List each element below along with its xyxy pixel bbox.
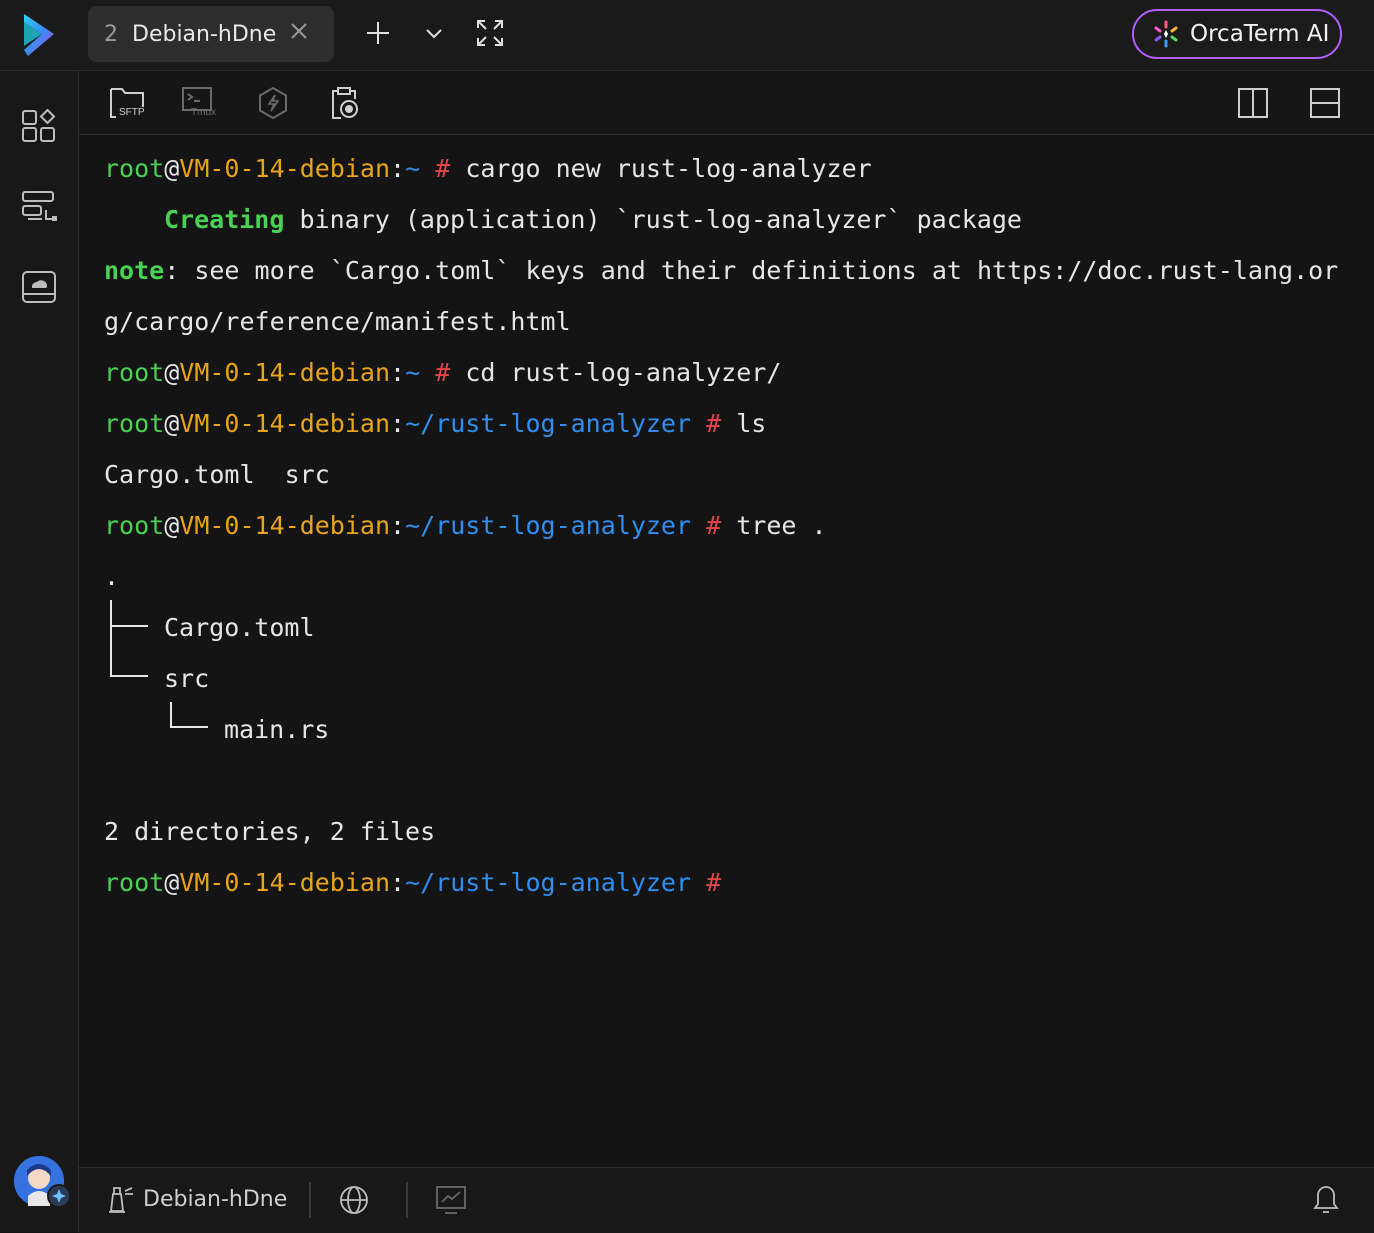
- close-icon[interactable]: [288, 20, 310, 42]
- globe-icon[interactable]: [339, 1185, 369, 1215]
- apps-grid-icon[interactable]: [20, 107, 58, 145]
- split-vertical-icon[interactable]: [1235, 85, 1271, 121]
- tab-title: Debian-hDne: [132, 21, 277, 47]
- tmux-label: Tmux: [191, 107, 216, 118]
- tmux-button[interactable]: Tmux: [181, 85, 217, 121]
- fullscreen-button[interactable]: [473, 16, 507, 50]
- chevron-down-icon: [426, 29, 442, 39]
- new-tab-button[interactable]: [361, 16, 395, 50]
- tab-index: 2: [104, 21, 118, 47]
- sftp-label: SFTP: [119, 107, 145, 118]
- cloud-drive-icon[interactable]: [20, 268, 58, 306]
- user-avatar[interactable]: [14, 1156, 71, 1208]
- app-logo-icon[interactable]: [20, 12, 58, 58]
- terminal-output[interactable]: root@VM-0-14-debian:~ # cargo new rust-l…: [104, 143, 1354, 955]
- hexagon-bolt-icon[interactable]: [255, 85, 291, 121]
- terminal-line: root@VM-0-14-debian:~/rust-log-analyzer …: [104, 868, 722, 897]
- lighthouse-icon: [109, 1187, 133, 1213]
- terminal-line: root@VM-0-14-debian:~/rust-log-analyzer …: [104, 511, 827, 540]
- status-bar: Debian-hDne: [79, 1167, 1374, 1233]
- session-status-item[interactable]: Debian-hDne: [107, 1184, 287, 1214]
- sftp-button[interactable]: SFTP: [109, 85, 145, 121]
- terminal-line: src: [164, 664, 210, 693]
- server-list-icon[interactable]: [20, 188, 58, 226]
- terminal-line: Cargo.toml: [164, 613, 315, 642]
- clipboard-record-icon[interactable]: [327, 85, 363, 121]
- separator: [406, 1182, 408, 1218]
- split-horizontal-icon[interactable]: [1307, 85, 1343, 121]
- tab-dropdown-button[interactable]: [417, 16, 451, 50]
- terminal-line: root@VM-0-14-debian:~ # cd rust-log-anal…: [104, 358, 782, 387]
- monitor-chart-icon[interactable]: [435, 1185, 467, 1215]
- terminal-line: Cargo.toml src: [104, 460, 330, 489]
- separator: [309, 1182, 311, 1218]
- left-rail: [0, 71, 79, 1232]
- expand-icon: [477, 20, 503, 46]
- tab-session[interactable]: 2 Debian-hDne: [88, 6, 334, 62]
- terminal-line: root@VM-0-14-debian:~/rust-log-analyzer …: [104, 409, 767, 438]
- terminal-line: 2 directories, 2 files: [104, 817, 436, 846]
- terminal-line: root@VM-0-14-debian:~ # cargo new rust-l…: [104, 154, 872, 183]
- plus-icon: [367, 22, 389, 44]
- ai-button-label: OrcaTerm AI: [1190, 21, 1330, 47]
- terminal-line: note: see more `Cargo.toml` keys and the…: [104, 256, 1339, 285]
- terminal-line: g/cargo/reference/manifest.html: [104, 307, 571, 336]
- terminal-line: main.rs: [224, 715, 330, 744]
- avatar-image-icon: [14, 1156, 71, 1208]
- sparkle-icon: [1154, 20, 1178, 48]
- terminal-line: .: [104, 562, 120, 591]
- title-bar: 2 Debian-hDne OrcaTerm AI: [0, 0, 1374, 71]
- bell-icon[interactable]: [1312, 1184, 1340, 1216]
- session-toolbar: SFTP Tmux: [79, 71, 1374, 135]
- terminal-line: Creating binary (application) `rust-log-…: [164, 205, 1022, 234]
- session-name: Debian-hDne: [143, 1186, 288, 1212]
- orcaterm-ai-button[interactable]: OrcaTerm AI: [1132, 9, 1342, 59]
